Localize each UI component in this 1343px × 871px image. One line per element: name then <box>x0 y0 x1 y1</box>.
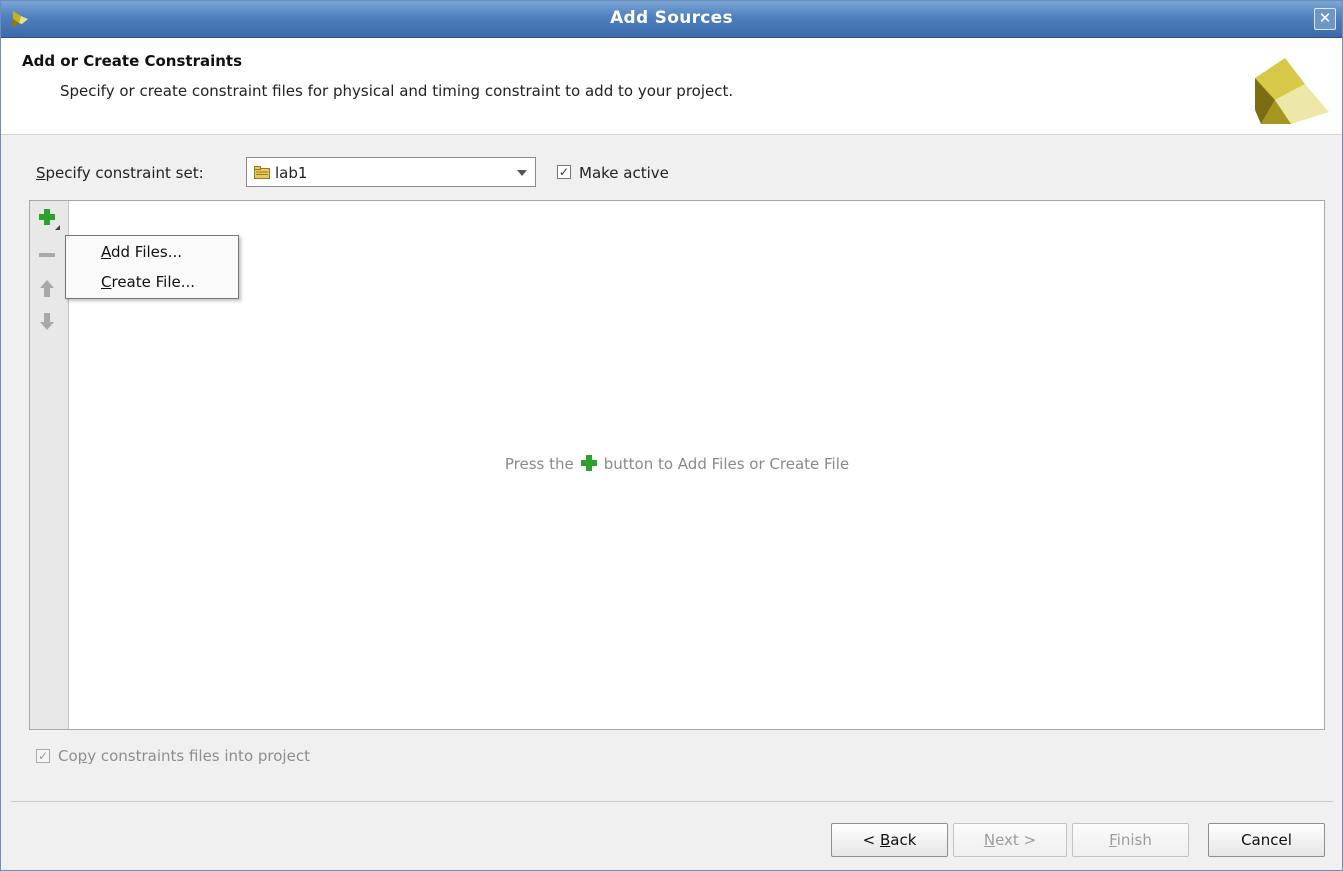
copy-files-label[interactable]: Copy constraints files into project <box>58 747 310 765</box>
footer-divider <box>11 801 1333 802</box>
constraint-set-label: Specify constraint set: <box>36 164 204 182</box>
menu-item-add-files[interactable]: Add Files... <box>101 243 182 261</box>
title-bar[interactable]: Add Sources ✕ <box>1 1 1342 38</box>
finish-button[interactable]: Finish <box>1072 823 1189 857</box>
add-icon <box>580 455 597 471</box>
add-icon[interactable] <box>36 206 62 232</box>
make-active-label[interactable]: Make active <box>579 164 669 182</box>
folder-icon <box>254 166 270 179</box>
constraint-set-dropdown[interactable]: lab1 <box>246 157 536 187</box>
next-button[interactable]: Next > <box>953 823 1067 857</box>
move-up-icon[interactable] <box>36 276 62 302</box>
xilinx-logo-icon <box>1255 58 1329 124</box>
menu-item-create-file[interactable]: Create File... <box>101 273 195 291</box>
window-title: Add Sources <box>610 8 733 28</box>
chevron-down-icon <box>517 170 527 176</box>
back-button[interactable]: < Back <box>831 823 948 857</box>
page-subtitle: Specify or create constraint files for p… <box>60 82 734 100</box>
page-title: Add or Create Constraints <box>22 52 243 70</box>
constraint-set-value: lab1 <box>275 164 308 182</box>
page-header: Add or Create Constraints Specify or cre… <box>1 38 1342 135</box>
move-down-icon[interactable] <box>36 309 62 335</box>
remove-icon[interactable] <box>36 243 62 269</box>
copy-files-checkbox[interactable]: ✓ <box>36 749 50 763</box>
add-sources-dialog: Add Sources ✕ Add or Create Constraints … <box>0 0 1343 871</box>
empty-files-message: Press the button to Add Files or Create … <box>504 455 850 473</box>
add-popup-menu: Add Files... Create File... <box>65 235 239 299</box>
make-active-checkbox[interactable]: ✓ <box>557 165 571 179</box>
cancel-button[interactable]: Cancel <box>1208 823 1325 857</box>
close-icon[interactable]: ✕ <box>1314 8 1336 30</box>
